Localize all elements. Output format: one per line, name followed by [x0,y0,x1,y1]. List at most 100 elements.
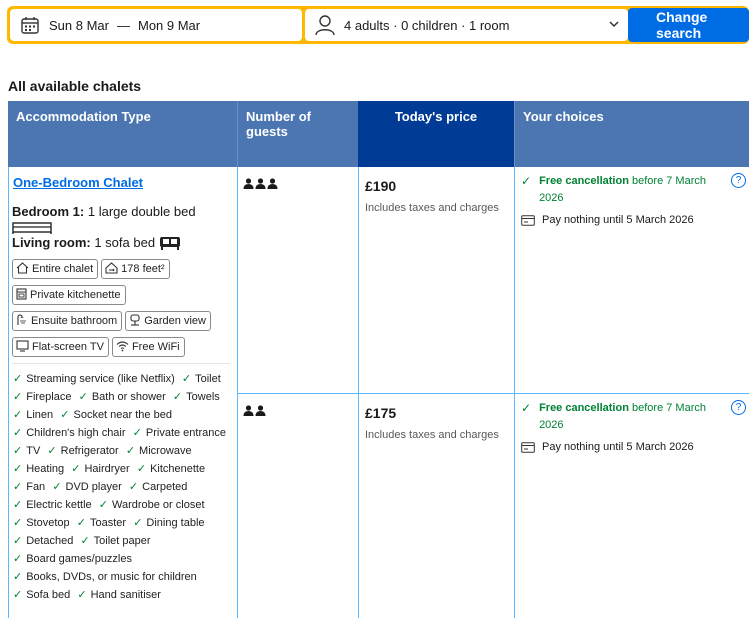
guests-summary: 4 adults · 0 children · 1 room [344,17,510,33]
help-icon[interactable]: ? [731,173,746,188]
calendar-icon [19,14,41,36]
person-icon [255,176,266,194]
facility-item: ✓ Bath or shower [78,391,166,403]
facility-item: ✓ Fan [13,481,46,493]
divider [12,363,230,364]
kitchen-icon [16,287,27,303]
double-bed-icon [12,221,234,234]
help-icon[interactable]: ? [731,400,746,415]
checkin-date: Sun 8 Mar [49,17,109,33]
column-header-type: Accommodation Type [8,101,237,167]
date-picker[interactable]: Sun 8 Mar — Mon 9 Mar [10,9,302,41]
person-icon [267,176,278,194]
check-icon: ✓ [521,174,532,188]
living-room-value: 1 sofa bed [94,235,156,250]
facility-item: ✓ TV [13,445,41,457]
facilities-list: ✓ Streaming service (like Netflix) ✓ Toile… [12,370,234,604]
wifi-icon [116,340,129,355]
guest-count-icons [243,403,266,421]
room-name-link[interactable]: One-Bedroom Chalet [13,175,234,190]
sofa-bed-icon [159,236,181,250]
shower-icon [16,313,28,329]
facility-item: ✓ Linen [13,409,54,421]
facility-item: ✓ Fireplace [13,391,72,403]
facility-item: ✓ Microwave [125,445,192,457]
price: £190 [365,178,397,194]
bedroom-info: Bedroom 1: 1 large double bed [12,204,234,219]
chip-kitchenette: Private kitchenette [12,285,126,305]
facility-item: ✓ Toilet [181,373,221,385]
tree-icon [129,313,141,329]
facility-item: ✓ Dining table [133,517,205,529]
check-icon: ✓ [521,401,532,415]
chip-size: 178 feet² [101,259,170,279]
facility-item: ✓ DVD player [52,481,122,493]
choices-cell: ✓ Free cancellation before 7 March 2026 P… [521,400,749,453]
bedroom-value: 1 large double bed [87,204,196,219]
facility-item: ✓ Socket near the bed [60,409,172,421]
person-icon [255,403,266,421]
row-divider [237,393,749,394]
facility-item: ✓ Toilet paper [80,535,151,547]
choices-cell: ✓ Free cancellation before 7 March 2026 P… [521,173,749,226]
home-icon [16,261,29,277]
living-room-label: Living room: [12,235,91,250]
size-icon [105,261,118,277]
taxes-note: Includes taxes and charges [365,202,499,214]
facility-item: ✓ Sofa bed [13,589,71,601]
facility-item: ✓ Private entrance [132,427,226,439]
checkout-date: Mon 9 Mar [137,17,201,33]
facility-item: ✓ Wardrobe or closet [98,499,205,511]
facility-item: ✓ Towels [172,391,220,403]
bedroom-label: Bedroom 1: [12,204,85,219]
chip-free-wifi: Free WiFi [111,337,185,357]
facility-item: ✓ Detached [13,535,74,547]
facility-item: ✓ Toaster [76,517,127,529]
facility-item: ✓ Hand sanitiser [77,589,161,601]
facility-item: ✓ Refrigerator [47,445,119,457]
guest-count-icons [243,176,278,194]
section-title: All available chalets [8,78,142,94]
facility-item: ✓ Kitchenette [136,463,206,475]
facility-item: ✓ Books, DVDs, or music for children [13,571,197,583]
free-cancellation: ✓ Free cancellation before 7 March 2026 [521,400,749,434]
column-header-price: Today's price [358,101,514,167]
free-cancellation: ✓ Free cancellation before 7 March 2026 [521,173,749,207]
room-highlights: Entire chalet 178 feet² Private kitchene… [12,259,234,357]
column-header-choices: Your choices [514,101,749,167]
card-icon [521,214,535,226]
change-search-button[interactable]: Change search [628,8,749,42]
living-room-info: Living room: 1 sofa bed [12,235,234,250]
chip-entire-chalet: Entire chalet [12,259,99,279]
price-cell: £175 Includes taxes and charges [365,405,499,441]
price-cell: £190 Includes taxes and charges [365,178,499,214]
person-icon [314,14,336,36]
price: £175 [365,405,397,421]
card-icon [521,441,535,453]
facility-item: ✓ Stovetop [13,517,70,529]
column-header-guests: Number of guests [237,101,358,167]
tv-icon [16,339,29,355]
chevron-down-icon [608,18,620,33]
date-separator: — [116,17,130,33]
facility-item: ✓ Electric kettle [13,499,92,511]
chip-ensuite-bathroom: Ensuite bathroom [12,311,123,331]
facility-item: ✓ Carpeted [128,481,188,493]
room-info: One-Bedroom Chalet Bedroom 1: 1 large do… [12,175,234,604]
search-bar: Sun 8 Mar — Mon 9 Mar 4 adults · 0 child… [7,6,749,44]
guests-selector[interactable]: 4 adults · 0 children · 1 room [305,9,628,41]
facility-item: ✓ Streaming service (like Netflix) [13,373,175,385]
facility-item: ✓ Board games/puzzles [13,553,132,565]
facility-item: ✓ Heating [13,463,65,475]
chip-flat-screen-tv: Flat-screen TV [12,337,109,357]
chip-garden-view: Garden view [125,311,211,331]
facility-item: ✓ Children's high chair [13,427,126,439]
person-icon [243,176,254,194]
pay-nothing: Pay nothing until 5 March 2026 [521,214,749,226]
person-icon [243,403,254,421]
table-header: Accommodation Type Number of guests Toda… [8,101,749,167]
facility-item: ✓ Hairdryer [71,463,130,475]
table-border [8,167,9,618]
taxes-note: Includes taxes and charges [365,429,499,441]
pay-nothing: Pay nothing until 5 March 2026 [521,441,749,453]
